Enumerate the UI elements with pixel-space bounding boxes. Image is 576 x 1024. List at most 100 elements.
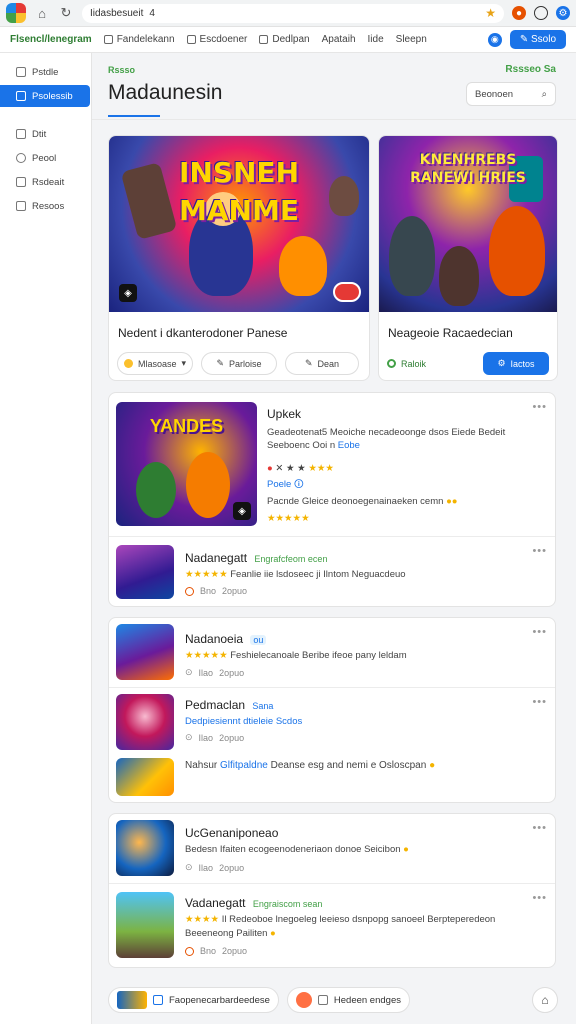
list-item[interactable]: YANDES ◈ Upkek Geadeotenat5 Meoiche neca… — [109, 393, 555, 537]
bookmark-item[interactable]: Dedlpan — [259, 34, 310, 45]
more-options-icon[interactable]: ••• — [532, 892, 547, 904]
more-options-icon[interactable]: ••• — [532, 401, 547, 413]
primary-action-button[interactable]: ✎ Ssolo — [509, 30, 566, 49]
inline-link[interactable]: Eobe — [338, 440, 360, 451]
description-text: Bedesn Ifaiten ecogeenodeneriaon donoe S… — [185, 844, 401, 855]
reload-icon[interactable]: ↻ — [58, 5, 74, 21]
description-text: Feshielecanoale Beribe ifeoe pany leldam — [230, 650, 407, 661]
game-thumbnail[interactable] — [116, 694, 174, 750]
game-thumbnail[interactable] — [116, 624, 174, 680]
game-tag: Glfitpaldne — [220, 760, 268, 771]
meta-value: 2opuo — [222, 586, 248, 596]
featured-action-button[interactable]: Raloik — [387, 352, 451, 375]
active-tab-indicator — [108, 115, 160, 117]
bookmark-item[interactable]: Apataih — [322, 34, 356, 45]
search-input[interactable]: Beonoen ⌕ — [466, 82, 556, 106]
sidebar-item[interactable]: Pstdle — [0, 61, 91, 83]
gear-icon: ⚙ — [497, 358, 506, 368]
featured-action-button[interactable]: ✎ Parloise — [201, 352, 277, 375]
game-list: Nadanoeia ou ★★★★★ Feshielecanoale Berib… — [108, 617, 556, 803]
meta-value: Ilao — [198, 862, 214, 873]
meta-value: 2opuo — [219, 667, 245, 678]
record-icon — [295, 992, 312, 1008]
home-icon[interactable]: ⌂ — [34, 6, 50, 21]
gamepad-icon: ◈ — [233, 502, 251, 520]
featured-art-title: KNENHREBS RANEWI HRIES — [410, 152, 526, 186]
game-thumbnail[interactable] — [116, 758, 174, 796]
sidebar: Pstdle Psolessib Dtit Peool Rsdeait Reso… — [0, 53, 92, 1024]
home-icon[interactable]: ⌂ — [532, 987, 558, 1013]
featured-action-button[interactable]: Mlasoase ▾ — [117, 352, 193, 375]
bottom-chip[interactable]: Faopenecarbardeedese — [108, 987, 279, 1013]
sidebar-item-label: Pstdle — [32, 66, 59, 78]
game-description: ★★★★ Il Redeoboe lnegoeleg leeieso dsnpo… — [185, 914, 496, 925]
game-description: ★★★★★ Feanlie iie lsdoseec ji Ilntom Neg… — [185, 569, 406, 580]
chip-label: Faopenecarbardeedese — [169, 994, 270, 1006]
list-item[interactable]: Nadanegatt Engrafcfeom ecen ★★★★★ Feanli… — [109, 537, 555, 607]
bookmark-item[interactable]: Sleepn — [396, 34, 427, 45]
promo-badge-icon — [333, 282, 361, 302]
list-item[interactable]: Pedmaclan Sana Dedpiesiennt dtieleie Scd… — [109, 688, 555, 804]
game-list: YANDES ◈ Upkek Geadeotenat5 Meoiche neca… — [108, 392, 556, 607]
meta-value: 2opuo — [222, 946, 248, 956]
coin-icon — [123, 359, 133, 368]
main-content: Rssso Rssseo Sa Madaunesin Beonoen ⌕ INS… — [92, 53, 576, 1024]
sidebar-item[interactable]: Dtit — [0, 123, 91, 145]
meta-value: Bno — [200, 946, 217, 956]
more-options-icon[interactable]: ••• — [532, 822, 547, 834]
featured-card[interactable]: KNENHREBS RANEWI HRIES Neageoie Racaedec… — [378, 135, 558, 381]
bookmark-item[interactable]: Fandelekann — [103, 34, 175, 45]
list-item[interactable]: Vadanegatt Engraiscom sean ★★★★ Il Redeo… — [109, 884, 555, 968]
sidebar-item-label: Resoos — [32, 200, 65, 212]
game-title: Upkek — [267, 407, 302, 421]
game-thumbnail[interactable] — [116, 892, 174, 958]
ring-icon — [387, 359, 396, 368]
featured-title: Nedent i dkanterodoner Panese — [118, 326, 288, 340]
status-icon — [185, 946, 194, 956]
featured-card[interactable]: INSNEH MANME ◈ Nedent i dkanterodoner Pa… — [108, 135, 370, 381]
game-thumbnail[interactable] — [116, 820, 174, 876]
meta-value: 2opuo — [219, 862, 245, 873]
description-text: Il Redeoboe lnegoeleg leeieso dsnpopg sa… — [221, 914, 496, 925]
list-item[interactable]: Nadanoeia ou ★★★★★ Feshielecanoale Berib… — [109, 618, 555, 688]
sidebar-item-label: Psolessib — [32, 90, 73, 102]
address-bar[interactable]: Iidasbesueit 4 ★ — [82, 3, 504, 23]
browser-toolbar: ⌂ ↻ Iidasbesueit 4 ★ ● ⚙ — [0, 0, 576, 27]
featured-action-button[interactable]: ✎ Dean — [285, 352, 359, 375]
featured-art-title: INSNEH MANME — [178, 156, 299, 227]
bookmark-label: Dedlpan — [272, 34, 310, 45]
header-tag: Rssso — [108, 65, 136, 75]
extension-icon[interactable]: ● — [512, 6, 526, 20]
chip-label: Hedeen endges — [333, 994, 401, 1006]
grid-icon — [153, 995, 163, 1005]
account-icon[interactable] — [534, 6, 548, 20]
game-line: Nahsur Glfitpaldne Deanse esg and nemi e… — [185, 760, 436, 771]
bookmark-item[interactable]: Flsencl/lenegram — [10, 34, 92, 45]
meta-value: Ilao — [198, 732, 214, 743]
folder-icon — [103, 35, 113, 44]
more-options-icon[interactable]: ••• — [532, 626, 547, 638]
bookmark-item[interactable]: Escdoener — [186, 34, 248, 45]
more-options-icon[interactable]: ••• — [532, 696, 547, 708]
featured-primary-button[interactable]: ⚙ Iactos — [483, 352, 549, 375]
settings-icon[interactable]: ⚙ — [556, 6, 570, 20]
sidebar-item[interactable]: Rsdeait — [0, 171, 91, 193]
bookmark-star-icon[interactable]: ★ — [485, 6, 496, 20]
game-thumbnail[interactable]: YANDES ◈ — [116, 402, 257, 526]
game-thumbnail[interactable] — [116, 545, 174, 599]
sidebar-item[interactable]: Peool — [0, 147, 91, 169]
app-logo-icon[interactable] — [6, 3, 26, 23]
bookmark-label: Escdoener — [199, 34, 248, 45]
bookmark-item[interactable]: Iide — [368, 34, 384, 45]
search-icon[interactable]: ⌕ — [542, 89, 547, 100]
sidebar-item[interactable]: Resoos — [0, 195, 91, 217]
list-item[interactable]: UcGenaniponeao Bedesn Ifaiten ecogeenode… — [109, 814, 555, 884]
game-link[interactable]: Poele 🛈 — [267, 477, 304, 493]
sync-icon[interactable]: ◉ — [487, 32, 502, 47]
game-description: Dedpiesiennt dtieleie Scdos — [185, 716, 303, 727]
bottom-chip[interactable]: Hedeen endges — [286, 987, 410, 1013]
sidebar-item-active[interactable]: Psolessib — [0, 85, 90, 107]
header-right-label[interactable]: Rssseo Sa — [505, 64, 556, 75]
more-options-icon[interactable]: ••• — [532, 545, 547, 557]
meta-value: Bno — [200, 586, 217, 596]
